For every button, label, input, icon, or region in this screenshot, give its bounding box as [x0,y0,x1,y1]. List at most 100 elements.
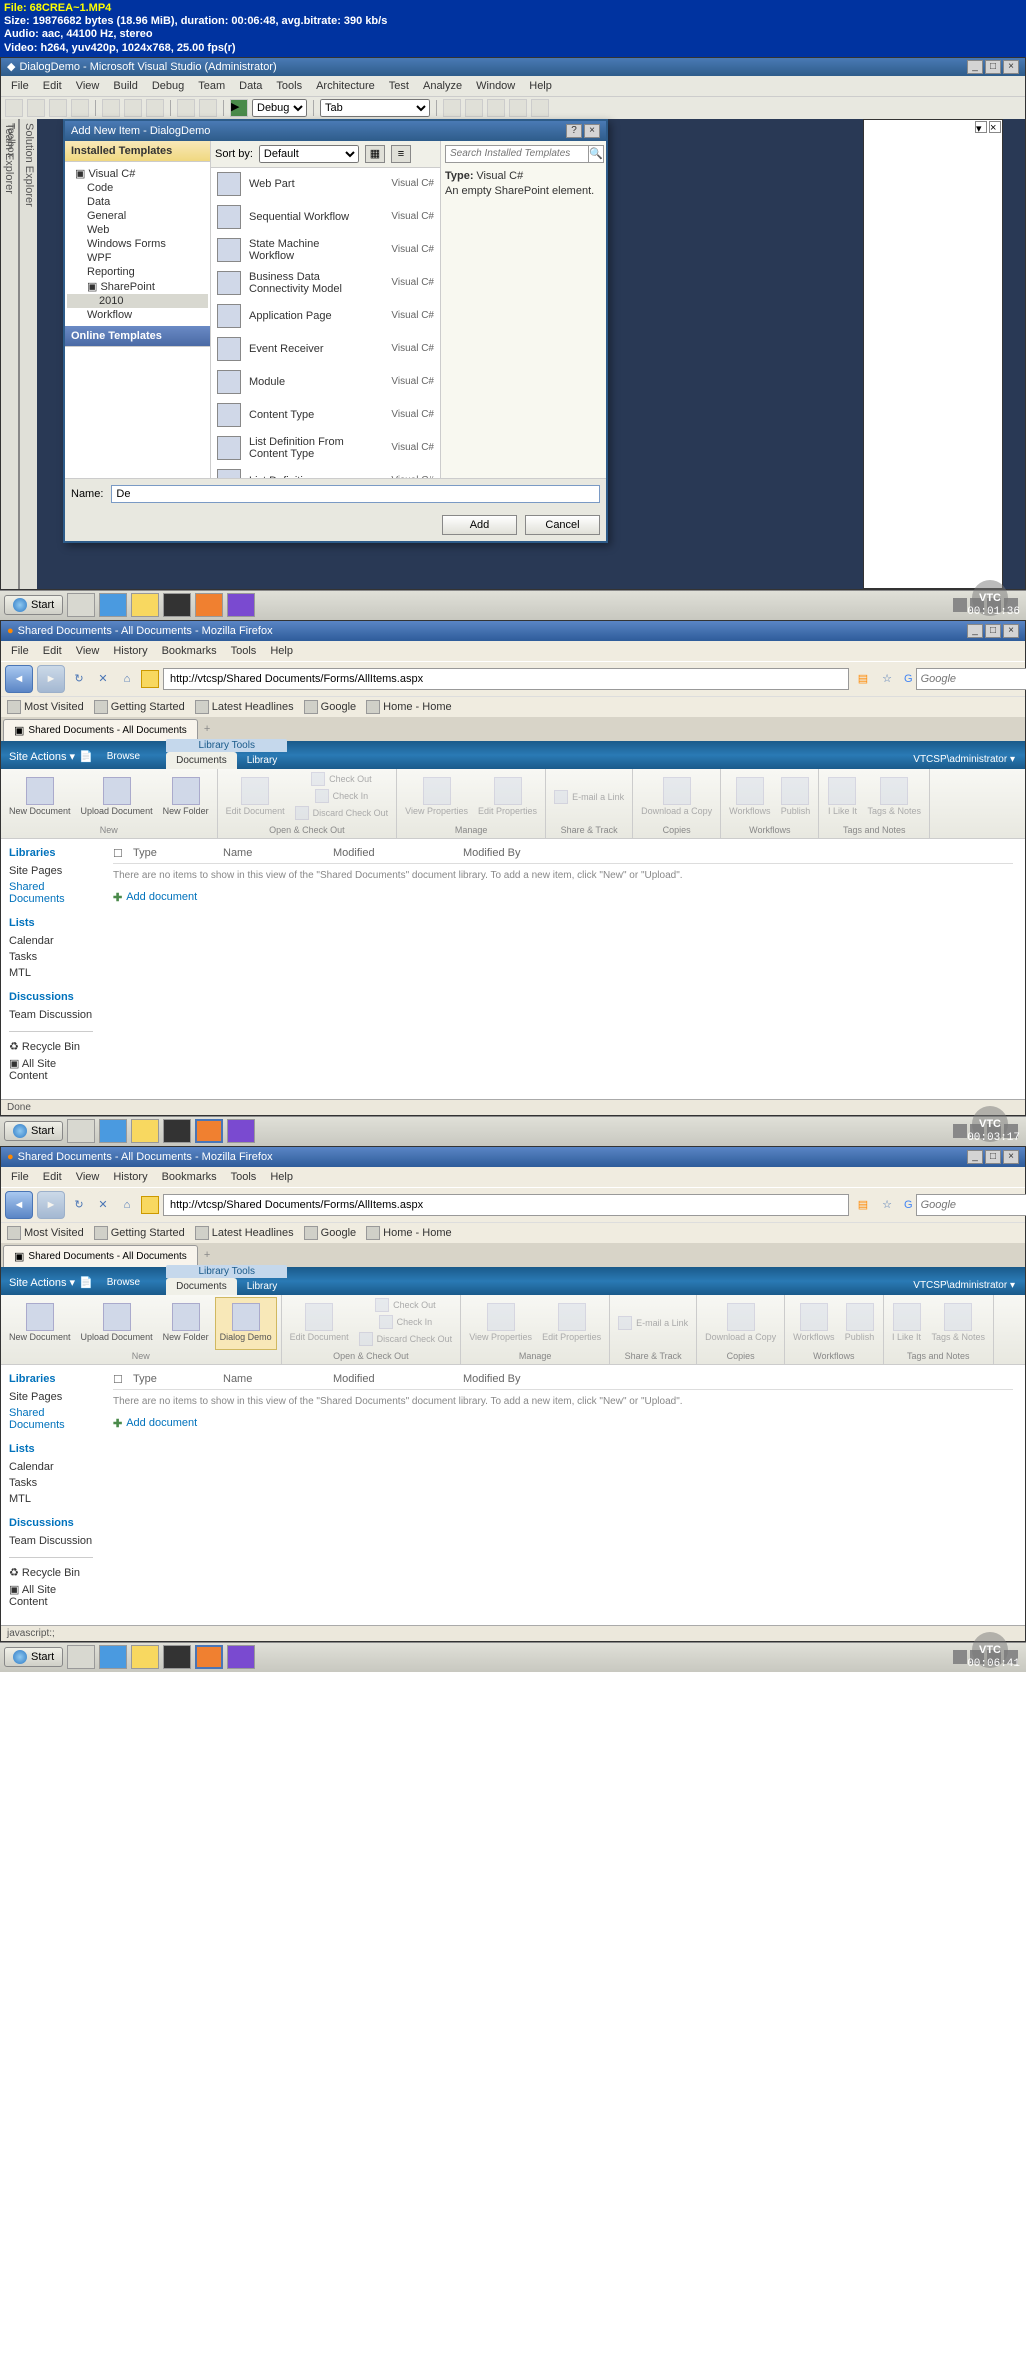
nav-calendar[interactable]: Calendar [9,1459,93,1475]
template-item[interactable]: Web PartVisual C# [211,168,440,201]
template-item[interactable]: List DefinitionVisual C# [211,465,440,478]
add-document-link[interactable]: ✚Add document [113,1413,1013,1434]
tray-icon[interactable] [953,1124,967,1138]
tree-windows-forms[interactable]: Windows Forms [67,237,208,251]
star-icon[interactable]: ☆ [877,669,897,689]
task-folder-icon[interactable] [131,593,159,617]
tree-data[interactable]: Data [67,195,208,209]
libraries-header[interactable]: Libraries [9,847,93,859]
ff-menu-tools[interactable]: Tools [225,1169,263,1185]
paste-icon[interactable] [146,99,164,117]
user-menu[interactable]: VTCSP\administrator ▾ [903,1276,1025,1295]
col-header[interactable]: Type [133,1373,223,1386]
bookmark-item[interactable]: Most Visited [7,1226,84,1240]
template-item[interactable]: Sequential WorkflowVisual C# [211,201,440,234]
cut-icon[interactable] [102,99,120,117]
task-cmd-icon[interactable] [163,593,191,617]
copy-icon[interactable] [124,99,142,117]
task-folder-icon[interactable] [131,1119,159,1143]
start-button[interactable]: Start [4,595,63,615]
template-item[interactable]: State Machine WorkflowVisual C# [211,234,440,267]
task-vs-icon[interactable] [227,1119,255,1143]
col-header[interactable]: Modified By [463,1373,520,1386]
bookmark-item[interactable]: Latest Headlines [195,1226,294,1240]
nav-recycle-bin[interactable]: ♻ Recycle Bin [9,1038,93,1055]
ff-min-button[interactable]: _ [967,624,983,638]
tree-code[interactable]: Code [67,181,208,195]
ff-menu-tools[interactable]: Tools [225,643,263,659]
task-firefox-icon[interactable] [195,1645,223,1669]
task-cmd-icon[interactable] [163,1119,191,1143]
ff-max-button[interactable]: □ [985,624,1001,638]
online-templates-header[interactable]: Online Templates [65,326,210,347]
exec-dropdown[interactable]: Tab [320,99,430,117]
nav-site-pages[interactable]: Site Pages [9,1389,93,1405]
name-input[interactable] [111,485,600,503]
redo-icon[interactable] [199,99,217,117]
forward-button[interactable]: ► [37,665,65,693]
browser-tab[interactable]: ▣Shared Documents - All Documents [3,719,198,741]
start-button[interactable]: Start [4,1647,63,1667]
browser-tab[interactable]: ▣Shared Documents - All Documents [3,1245,198,1267]
home-button[interactable]: ⌂ [117,1195,137,1215]
panel-tab[interactable]: Solution Explorer [23,123,35,585]
task-cmd-icon[interactable] [163,1645,191,1669]
home-button[interactable]: ⌂ [117,669,137,689]
add-document-link[interactable]: ✚Add document [113,887,1013,908]
col-header[interactable]: Type [133,847,223,860]
bookmark-item[interactable]: Getting Started [94,700,185,714]
nav-team-discussion[interactable]: Team Discussion [9,1533,93,1549]
nav-recycle-bin[interactable]: ♻ Recycle Bin [9,1564,93,1581]
tool2-icon[interactable] [487,99,505,117]
col-header[interactable]: Modified [333,847,463,860]
nav-team-discussion[interactable]: Team Discussion [9,1007,93,1023]
menu-test[interactable]: Test [383,78,415,94]
sortby-dropdown[interactable]: Default [259,145,359,163]
search-templates-input[interactable] [445,145,589,163]
task-explorer-icon[interactable] [67,1645,95,1669]
documents-tab[interactable]: Documents [166,1278,237,1295]
col-header[interactable]: Modified By [463,847,520,860]
open-icon[interactable] [27,99,45,117]
documents-tab[interactable]: Documents [166,752,237,769]
tray-icon[interactable] [953,598,967,612]
library-tab[interactable]: Library [237,1278,288,1295]
new-tab-button[interactable]: + [198,1245,216,1267]
menu-data[interactable]: Data [233,78,268,94]
forward-button[interactable]: ► [37,1191,65,1219]
close-button[interactable]: × [1003,60,1019,74]
ff-menu-history[interactable]: History [107,1169,153,1185]
ff-menu-help[interactable]: Help [264,643,299,659]
upload-document-button[interactable]: Upload Document [77,1297,157,1350]
doc-dropdown-icon[interactable]: ▾ [975,121,987,133]
menu-tools[interactable]: Tools [270,78,308,94]
config-dropdown[interactable]: Debug [252,99,307,117]
panel-tab[interactable]: Team Explorer [3,123,15,585]
lists-header[interactable]: Lists [9,1443,93,1455]
tree-workflow[interactable]: Workflow [67,308,208,322]
find-icon[interactable] [443,99,461,117]
col-checkbox[interactable]: ☐ [113,1373,133,1386]
cancel-button[interactable]: Cancel [525,515,600,535]
tree-general[interactable]: General [67,209,208,223]
bookmark-item[interactable]: Most Visited [7,700,84,714]
upload-document-button[interactable]: Upload Document [77,771,157,824]
new-document-button[interactable]: New Document [5,771,75,824]
rss-icon[interactable]: ▤ [853,669,873,689]
site-actions-menu[interactable]: Site Actions ▾ [9,750,75,763]
bookmark-item[interactable]: Latest Headlines [195,700,294,714]
ff-max-button[interactable]: □ [985,1150,1001,1164]
bookmark-item[interactable]: Google [304,700,356,714]
template-item[interactable]: Business Data Connectivity ModelVisual C… [211,267,440,300]
task-folder-icon[interactable] [131,1645,159,1669]
back-button[interactable]: ◄ [5,665,33,693]
menu-team[interactable]: Team [192,78,231,94]
maximize-button[interactable]: □ [985,60,1001,74]
nav-shared-docs[interactable]: Shared Documents [9,879,93,907]
stop-button[interactable]: ✕ [93,669,113,689]
task-ie-icon[interactable] [99,1645,127,1669]
new-tab-button[interactable]: + [198,719,216,741]
nav-site-pages[interactable]: Site Pages [9,863,93,879]
tree-reporting[interactable]: Reporting [67,265,208,279]
doc-close-icon[interactable]: × [989,121,1001,133]
